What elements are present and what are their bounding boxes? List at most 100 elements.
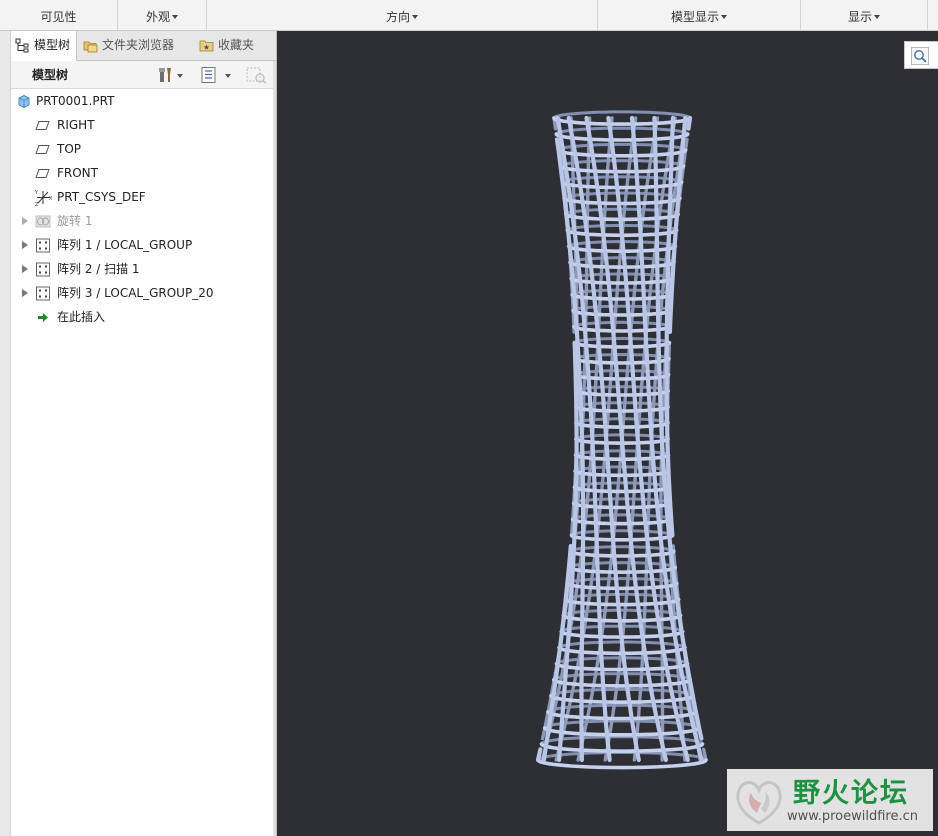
watermark-url: www.proewildfire.cn [787, 809, 918, 824]
ribbon-group-show[interactable]: 显示 [801, 0, 928, 30]
datum-plane-icon [35, 121, 50, 130]
tree-item-label: 阵列 2 / 扫描 1 [57, 262, 140, 276]
lattice-back-ring [570, 529, 674, 537]
lattice-front-ring [556, 148, 688, 158]
viewport-zoom-button[interactable] [904, 41, 938, 69]
tree-item-csys[interactable]: Y X Z PRT_CSYS_DEF [11, 186, 273, 208]
lattice-front-ring [570, 517, 674, 526]
lattice-back-ring [568, 545, 676, 553]
part-icon [18, 94, 30, 109]
watermark-title: 野火论坛 [793, 778, 909, 809]
datum-plane-icon [35, 169, 50, 178]
forum-watermark: 野火论坛 www.proewildfire.cn [727, 769, 933, 831]
lattice-front-ring [572, 324, 672, 333]
navigator-tabs: 模型树 文件夹浏览器 收藏夹 [11, 31, 276, 61]
datum-plane-icon [35, 145, 50, 154]
lattice-front-ring [539, 742, 705, 754]
tree-item-pattern-2[interactable]: 阵列 2 / 扫描 1 [11, 258, 273, 280]
zoom-icon [911, 47, 929, 65]
svg-text:Z: Z [35, 202, 39, 207]
lattice-front-ring [552, 116, 692, 126]
tab-label: 文件夹浏览器 [102, 38, 175, 52]
lattice-back-ring [573, 336, 671, 345]
filter-icon[interactable] [245, 66, 269, 84]
lattice-tube-model [535, 110, 708, 770]
expand-arrow-icon[interactable] [22, 265, 28, 273]
tree-item-datum-top[interactable]: TOP [11, 138, 273, 160]
chevron-down-icon [412, 15, 418, 19]
tree-item-pattern-1[interactable]: 阵列 1 / LOCAL_GROUP [11, 234, 273, 256]
tree-scrollbar[interactable] [273, 61, 276, 836]
lattice-back-ring [572, 320, 672, 329]
lattice-front-ring [572, 340, 672, 349]
tree-item-revolve[interactable]: 旋转 1 [11, 210, 273, 232]
ribbon-group-visibility[interactable]: 可见性 [0, 0, 118, 30]
coordinate-system-icon: Y X Z [35, 190, 53, 207]
model-tree-icon [15, 38, 29, 53]
lattice-front-ring [546, 710, 698, 721]
lattice-front-strand [535, 747, 543, 763]
lattice-front-ring [543, 726, 701, 737]
svg-text:Y: Y [35, 190, 39, 196]
lattice-back-ring [552, 110, 692, 120]
expand-arrow-icon[interactable] [22, 217, 28, 225]
pattern-icon [36, 286, 50, 301]
tree-item-label: 阵列 1 / LOCAL_GROUP [57, 238, 193, 252]
model-tree-header: 模型树 [11, 61, 273, 89]
tree-item-pattern-3[interactable]: 阵列 3 / LOCAL_GROUP_20 [11, 282, 273, 304]
graphics-viewport[interactable] [277, 31, 938, 836]
lattice-front-ring [569, 533, 675, 542]
ribbon-group-label: 方向 [385, 10, 410, 24]
revolve-icon [35, 215, 51, 228]
tree-item-label: 阵列 3 / LOCAL_GROUP_20 [57, 286, 214, 300]
tree-item-datum-front[interactable]: FRONT [11, 162, 273, 184]
tree-item-datum-right[interactable]: RIGHT [11, 114, 273, 136]
chevron-down-icon [721, 15, 727, 19]
expand-arrow-icon[interactable] [22, 289, 28, 297]
ribbon-group-label: 可见性 [40, 10, 77, 24]
forum-logo-icon [736, 781, 782, 825]
lattice-back-ring [540, 735, 704, 746]
lattice-front-ring [568, 549, 676, 558]
tab-label: 收藏夹 [218, 38, 255, 52]
ribbon-group-bar: 可见性 外观 方向 模型显示 显示 [0, 0, 938, 31]
tab-favorites[interactable]: 收藏夹 [195, 31, 275, 60]
tree-item-label: 在此插入 [57, 310, 106, 324]
lattice-back-ring [554, 126, 690, 136]
tree-item-label: FRONT [57, 166, 98, 180]
lattice-back-ring [543, 719, 701, 730]
folder-browser-icon [83, 41, 98, 53]
tab-label: 模型树 [34, 38, 71, 52]
chevron-down-icon [172, 15, 178, 19]
tab-model-tree[interactable]: 模型树 [11, 31, 77, 61]
tree-item-label: TOP [57, 142, 82, 156]
insert-here-arrow-icon [38, 313, 48, 322]
tree-item-insert-here[interactable]: 在此插入 [11, 306, 273, 328]
lattice-front-ring [536, 758, 708, 770]
ribbon-group-model-display[interactable]: 模型显示 [598, 0, 801, 30]
expand-arrow-icon[interactable] [22, 241, 28, 249]
pattern-icon [36, 238, 50, 253]
tree-item-label: 旋转 1 [57, 214, 93, 228]
ribbon-group-label: 模型显示 [670, 10, 719, 24]
pattern-icon [36, 262, 50, 277]
ribbon-group-orientation[interactable]: 方向 [207, 0, 598, 30]
lattice-back-ring [536, 750, 708, 762]
lattice-front-strand [686, 115, 693, 131]
ribbon-group-appearance[interactable]: 外观 [118, 0, 207, 30]
settings-icon[interactable] [158, 66, 188, 84]
tab-folder-browser[interactable]: 文件夹浏览器 [79, 31, 192, 60]
ribbon-group-label: 外观 [145, 10, 170, 24]
tree-item-part[interactable]: PRT0001.PRT [11, 90, 273, 112]
lattice-back-ring [556, 142, 688, 152]
lattice-front-ring [554, 132, 690, 142]
ribbon-group-label: 显示 [847, 10, 872, 24]
chevron-down-icon [874, 15, 880, 19]
model-tree-title: 模型树 [32, 68, 69, 82]
svg-text:X: X [49, 196, 53, 202]
favorites-icon [199, 40, 214, 52]
tree-item-label: RIGHT [57, 118, 95, 132]
tree-item-label: PRT_CSYS_DEF [57, 190, 146, 204]
navigator-collapse-strip[interactable] [0, 31, 11, 836]
show-icon[interactable] [200, 66, 236, 84]
